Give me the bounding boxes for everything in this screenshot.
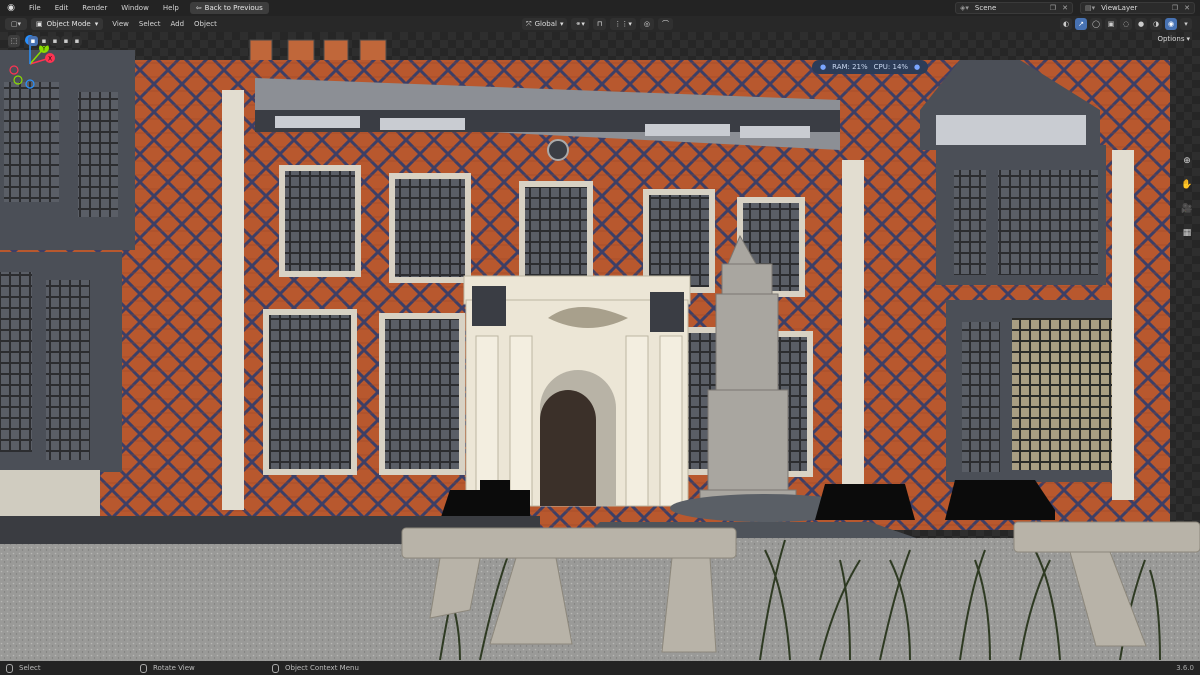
magnet-icon: ⊓ — [596, 20, 603, 28]
scene-selector[interactable]: ◈▾ Scene ❐ ✕ — [955, 2, 1073, 14]
microphone-icon: ● — [820, 63, 827, 71]
ram-usage: RAM: 21% — [832, 63, 868, 71]
settings-dot-icon: ● — [914, 63, 921, 71]
close-icon[interactable]: ✕ — [1062, 4, 1068, 12]
select-intersect-icon[interactable]: ▪ — [72, 36, 82, 46]
scene-render — [0, 39, 1200, 661]
grid-perspective-icon[interactable]: ▦ — [1180, 226, 1194, 240]
falloff-selector[interactable]: ⌒ — [657, 18, 673, 30]
status-bar: Select Rotate View Object Context Menu 3… — [0, 661, 1200, 675]
chevron-down-icon: ▾ — [94, 20, 99, 28]
camera-icon[interactable]: 🎥 — [1180, 202, 1194, 216]
shading-options-icon[interactable]: ▾ — [1180, 18, 1192, 30]
select-new-icon[interactable]: ▪ — [28, 36, 38, 46]
mouse-left-icon — [6, 663, 13, 673]
proportional-editing-toggle[interactable]: ◎ — [639, 18, 654, 30]
main-menu: File Edit Render Window Help — [22, 0, 186, 16]
viewport-navigation: ⊕ ✋ 🎥 ▦ — [1180, 154, 1194, 240]
object-mode-icon: ▣ — [36, 20, 43, 28]
orientation-icon: ⤧ — [526, 19, 532, 28]
mouse-right-icon — [272, 663, 279, 673]
view-layer-name: ViewLayer — [1101, 4, 1138, 12]
menu-add[interactable]: Add — [165, 16, 189, 32]
status-context-hint: Object Context Menu — [272, 663, 359, 673]
mode-label: Object Mode — [46, 20, 91, 28]
close-icon[interactable]: ✕ — [1184, 4, 1190, 12]
copy-icon[interactable]: ❐ — [1050, 4, 1056, 12]
back-button-label: Back to Previous — [204, 4, 263, 12]
proportional-icon: ◎ — [643, 20, 650, 28]
viewport-menu: View Select Add Object — [107, 16, 222, 32]
options-label: Options — [1157, 35, 1185, 43]
menu-render[interactable]: Render — [75, 0, 114, 16]
select-tool-icon[interactable]: ⬚ — [8, 35, 20, 47]
menu-window[interactable]: Window — [114, 0, 156, 16]
scene-icon: ◈▾ — [960, 4, 969, 12]
select-extend-icon[interactable]: ▪ — [39, 36, 49, 46]
snap-toggle[interactable]: ⊓ — [592, 18, 607, 30]
falloff-icon: ⌒ — [661, 20, 669, 28]
transform-tools: ⤧ Global ▾ ⚭▾ ⊓ ⋮⋮▾ ◎ ⌒ — [522, 18, 673, 30]
chevron-down-icon: ▾ — [559, 20, 564, 28]
overlay-toggle-icon[interactable]: ◯ — [1090, 18, 1102, 30]
3d-viewport[interactable]: ● RAM: 21% CPU: 14% ● X Y Z ⊕ ✋ 🎥 ▦ — [0, 32, 1200, 661]
top-menu-bar: ◉ File Edit Render Window Help ⇦ Back to… — [0, 0, 1200, 16]
scene-name: Scene — [974, 4, 997, 12]
copy-icon[interactable]: ❐ — [1172, 4, 1178, 12]
mode-selector[interactable]: ▣ Object Mode ▾ — [31, 18, 104, 30]
version-label: 3.6.0 — [1176, 664, 1194, 672]
rendered-shading-icon[interactable]: ◉ — [1165, 18, 1177, 30]
gizmo-toggle-icon[interactable]: ↗ — [1075, 18, 1087, 30]
transform-orientation-selector[interactable]: ⤧ Global ▾ — [522, 18, 568, 30]
selection-modes: ▪ ▪ ▪ ▪ ▪ — [28, 36, 82, 46]
snap-grid-icon: ⋮⋮▾ — [614, 20, 632, 28]
pivot-icon: ⚭▾ — [575, 20, 585, 28]
menu-select[interactable]: Select — [134, 16, 166, 32]
zoom-icon[interactable]: ⊕ — [1180, 154, 1194, 168]
snap-target-selector[interactable]: ⋮⋮▾ — [610, 18, 636, 30]
pivot-point-selector[interactable]: ⚭▾ — [571, 18, 589, 30]
select-invert-icon[interactable]: ▪ — [61, 36, 71, 46]
chevron-down-icon: ▾ — [1186, 35, 1190, 43]
menu-view[interactable]: View — [107, 16, 134, 32]
viewport-display-tools: ◐ ↗ ◯ ▣ ◌ ● ◑ ◉ ▾ — [1060, 18, 1192, 30]
blender-logo-icon[interactable]: ◉ — [4, 2, 18, 14]
tool-settings-row: ⬚ ▪ ▪ ▪ ▪ ▪ Options ▾ — [0, 32, 1200, 50]
view-layer-selector[interactable]: ▤▾ ViewLayer ❐ ✕ — [1080, 2, 1195, 14]
wireframe-shading-icon[interactable]: ◌ — [1120, 18, 1132, 30]
menu-help[interactable]: Help — [156, 0, 186, 16]
options-dropdown[interactable]: Options ▾ — [1157, 35, 1190, 43]
status-select-hint: Select — [6, 663, 41, 673]
pan-hand-icon[interactable]: ✋ — [1180, 178, 1194, 192]
status-rotate-label: Rotate View — [153, 664, 195, 672]
editor-type-selector[interactable]: ▢▾ — [5, 18, 27, 30]
status-select-label: Select — [19, 664, 41, 672]
system-stats-overlay: ● RAM: 21% CPU: 14% ● — [812, 60, 929, 74]
select-subtract-icon[interactable]: ▪ — [50, 36, 60, 46]
status-context-label: Object Context Menu — [285, 664, 359, 672]
mouse-middle-icon — [140, 663, 147, 673]
material-preview-icon[interactable]: ◑ — [1150, 18, 1162, 30]
menu-edit[interactable]: Edit — [48, 0, 76, 16]
xray-toggle-icon[interactable]: ▣ — [1105, 18, 1117, 30]
status-rotate-hint: Rotate View — [140, 663, 195, 673]
orientation-label: Global — [534, 20, 557, 28]
back-to-previous-button[interactable]: ⇦ Back to Previous — [189, 2, 269, 14]
viewport-header: ▢▾ ▣ Object Mode ▾ View Select Add Objec… — [0, 16, 1200, 32]
menu-object[interactable]: Object — [189, 16, 222, 32]
cpu-usage: CPU: 14% — [873, 63, 909, 71]
visibility-selector-icon[interactable]: ◐ — [1060, 18, 1072, 30]
gizmo-x-label: X — [48, 56, 52, 63]
menu-file[interactable]: File — [22, 0, 48, 16]
back-arrow-icon: ⇦ — [195, 4, 202, 12]
solid-shading-icon[interactable]: ● — [1135, 18, 1147, 30]
view-layer-icon: ▤▾ — [1085, 4, 1096, 12]
